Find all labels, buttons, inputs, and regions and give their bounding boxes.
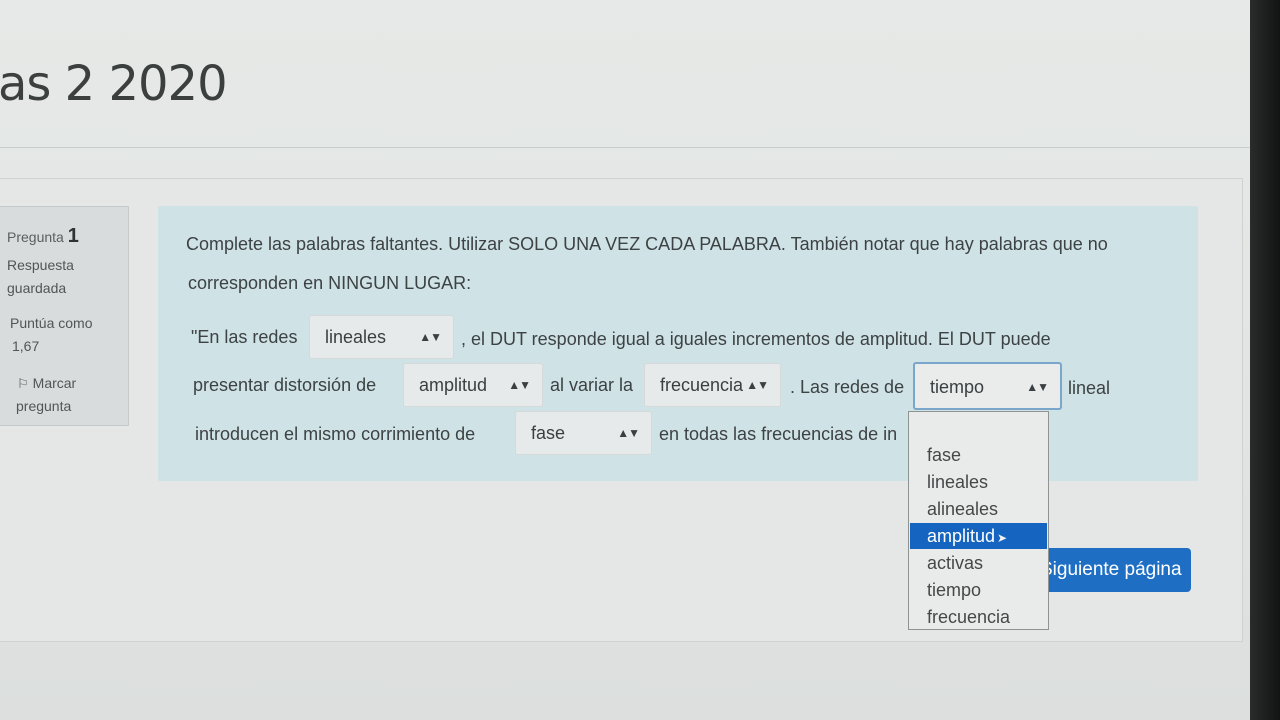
text-line2-c: . Las redes de [790,377,905,397]
flag-question-link[interactable]: ⚐ Marcar pregunta [16,372,76,418]
chevron-updown-icon: ▲▼ [508,378,531,392]
state-text-2: guardada [7,280,67,296]
select-blank-1[interactable]: lineales ▲▼ [309,315,454,359]
chevron-updown-icon: ▲▼ [1026,380,1049,394]
select-value: tiempo [930,377,985,397]
text-line2-b: al variar la [550,375,634,395]
instructions-line-1: Complete las palabras faltantes. Utiliza… [186,234,1108,254]
dropdown-list: fase lineales alineales amplitud ➤ activa… [908,411,1049,630]
dropdown-option-highlighted[interactable]: amplitud ➤ [910,523,1047,549]
select-blank-5[interactable]: fase ▲▼ [515,411,652,455]
select-blank-4[interactable]: tiempo ▲▼ [913,362,1062,410]
chevron-updown-icon: ▲▼ [617,426,640,440]
page-title: as 2 2020 [0,56,228,112]
select-value: lineales [325,327,387,347]
select-value: amplitud [419,375,488,395]
dropdown-option[interactable]: lineales [910,469,1047,495]
text-line1-b: , el DUT responde igual a iguales increm… [461,329,1051,349]
flag-label-2: pregunta [16,398,72,414]
select-value: fase [531,423,566,443]
chevron-updown-icon: ▲▼ [419,330,442,344]
grade-value: 1,67 [12,338,40,354]
question-number-value: 1 [67,225,79,247]
next-page-button[interactable]: Siguiente página [1040,548,1191,592]
flag-label: Marcar [32,375,77,391]
question-number: Pregunta 1 [7,225,79,249]
text-line2-d: lineal [1068,378,1111,398]
dropdown-option[interactable]: alineales [910,496,1047,522]
select-value: frecuencia [660,375,744,395]
text-line3-a: introducen el mismo corrimiento de [195,424,476,444]
divider [0,147,1250,148]
grade-text: Puntúa como [10,315,93,331]
text-line2-a: presentar distorsión de [193,375,377,395]
text-line1-a: "En las redes [191,327,298,347]
select-blank-2[interactable]: amplitud ▲▼ [403,363,543,407]
state-text: Respuesta [7,257,74,273]
select-blank-3[interactable]: frecuencia ▲▼ [644,363,781,407]
dropdown-option[interactable]: tiempo [910,577,1047,603]
mouse-cursor-icon: ➤ [997,531,1008,545]
instructions-line-2: corresponden en NINGUN LUGAR: [188,273,472,293]
dropdown-option[interactable]: frecuencia [910,604,1047,630]
dropdown-option[interactable]: fase [910,442,1047,468]
dropdown-option-label: amplitud [927,526,996,546]
question-label: Pregunta [7,229,64,245]
flag-icon: ⚐ [17,376,29,391]
dropdown-option[interactable]: activas [910,550,1047,576]
chevron-updown-icon: ▲▼ [746,378,769,392]
text-line3-b: en todas las frecuencias de in [659,424,898,444]
monitor-bezel [1250,0,1280,720]
